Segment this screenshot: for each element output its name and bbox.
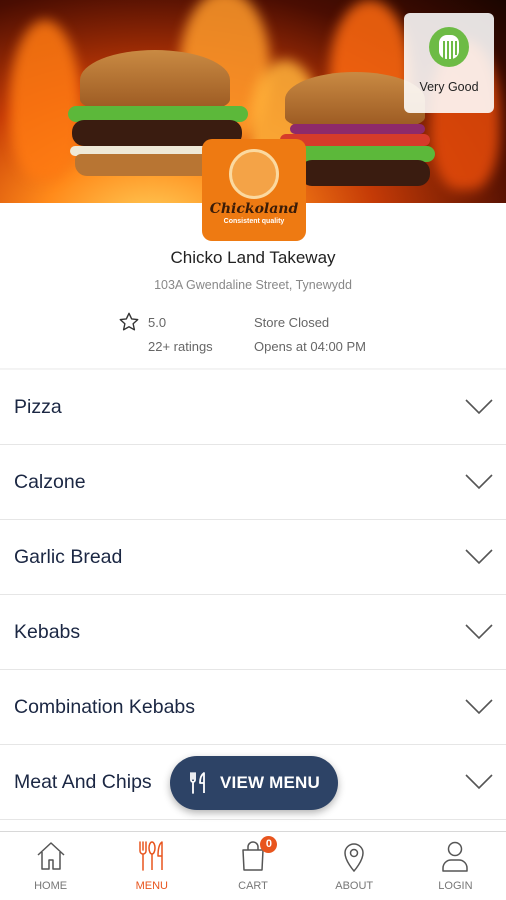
nav-menu[interactable]: MENU	[101, 832, 202, 900]
chevron-down-icon	[465, 399, 493, 415]
logo-tagline: Consistent quality	[223, 218, 285, 225]
category-name: Kebabs	[14, 620, 81, 643]
chevron-down-icon	[465, 774, 493, 790]
nav-cart[interactable]: 0 CART	[202, 832, 303, 900]
chevron-down-icon	[465, 699, 493, 715]
bottom-navigation: HOME MENU 0 CART ABOUT LOGIN	[0, 831, 506, 900]
ratings-count: 22+ ratings	[148, 339, 213, 354]
nav-menu-label: MENU	[135, 880, 168, 892]
cutlery-icon	[190, 772, 205, 794]
category-row-calzone[interactable]: Calzone	[0, 445, 506, 520]
nav-about[interactable]: ABOUT	[304, 832, 405, 900]
category-name: Calzone	[14, 470, 86, 493]
nav-home-label: HOME	[34, 880, 68, 892]
user-icon	[442, 841, 469, 872]
category-row-garlic-bread[interactable]: Garlic Bread	[0, 520, 506, 595]
category-name: Combination Kebabs	[14, 695, 196, 718]
view-menu-label: VIEW MENU	[219, 773, 321, 792]
cart-count-badge: 0	[260, 836, 278, 853]
rating-badge-label: Very Good	[419, 80, 479, 94]
nav-login[interactable]: LOGIN	[405, 832, 506, 900]
chevron-down-icon	[465, 624, 493, 640]
category-row-pizza[interactable]: Pizza	[0, 370, 506, 445]
nav-login-label: LOGIN	[438, 880, 473, 892]
hygiene-rating-badge[interactable]: Very Good	[404, 13, 494, 113]
store-status: Store Closed	[254, 315, 330, 330]
chevron-down-icon	[465, 474, 493, 490]
rating-value: 5.0	[148, 315, 167, 330]
store-opening-time: Opens at 04:00 PM	[254, 339, 367, 354]
logo-brand: Chickoland	[209, 201, 299, 217]
star-icon	[119, 312, 139, 331]
nav-home[interactable]: HOME	[0, 832, 101, 900]
category-list: Pizza Calzone Garlic Bread Kebabs Combin…	[0, 370, 506, 820]
category-name: Meat And Chips	[14, 770, 152, 793]
view-menu-button[interactable]: VIEW MENU	[170, 756, 338, 810]
store-name: Chicko Land Takeway	[170, 248, 336, 267]
category-name: Pizza	[14, 395, 62, 418]
store-logo: Chickoland Consistent quality	[202, 139, 306, 241]
menu-icon	[139, 841, 163, 871]
nav-about-label: ABOUT	[335, 880, 374, 892]
pizza-icon	[229, 149, 279, 199]
store-address: 103A Gwendaline Street, Tynewydd	[154, 278, 352, 292]
location-pin-icon	[344, 843, 364, 873]
home-icon	[37, 842, 65, 870]
food-hygiene-rating-icon	[429, 27, 469, 67]
chevron-down-icon	[465, 549, 493, 565]
category-row-kebabs[interactable]: Kebabs	[0, 595, 506, 670]
category-row-combination-kebabs[interactable]: Combination Kebabs	[0, 670, 506, 745]
category-name: Garlic Bread	[14, 545, 123, 568]
nav-cart-label: CART	[238, 880, 268, 892]
